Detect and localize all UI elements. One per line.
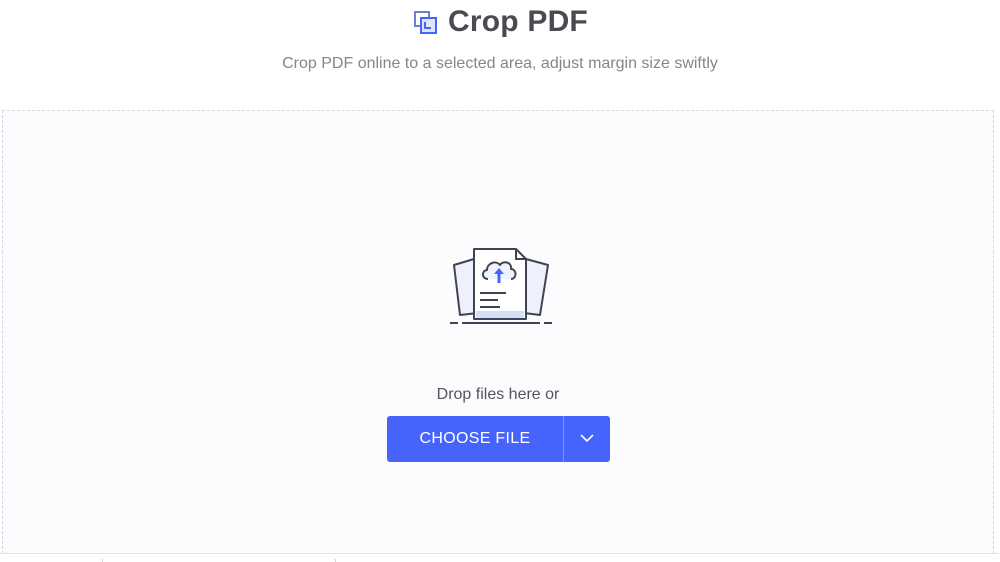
page-title: Crop PDF	[448, 5, 588, 38]
page: Crop PDF Crop PDF online to a selected a…	[0, 0, 1000, 562]
file-dropzone[interactable]: Drop files here or CHOOSE FILE	[2, 110, 994, 554]
title-row: Crop PDF	[0, 2, 1000, 42]
chevron-down-icon	[579, 430, 595, 448]
cloud-upload-document-icon	[446, 245, 556, 325]
page-subtitle: Crop PDF online to a selected area, adju…	[282, 55, 718, 72]
bottom-divider	[0, 553, 1000, 554]
choose-file-button[interactable]: CHOOSE FILE	[387, 416, 563, 462]
choose-file-button-group: CHOOSE FILE	[387, 416, 610, 462]
header: Crop PDF Crop PDF online to a selected a…	[0, 0, 1000, 100]
upload-source-dropdown-button[interactable]	[564, 416, 610, 462]
drop-files-text: Drop files here or	[436, 386, 560, 403]
crop-icon	[412, 8, 440, 36]
